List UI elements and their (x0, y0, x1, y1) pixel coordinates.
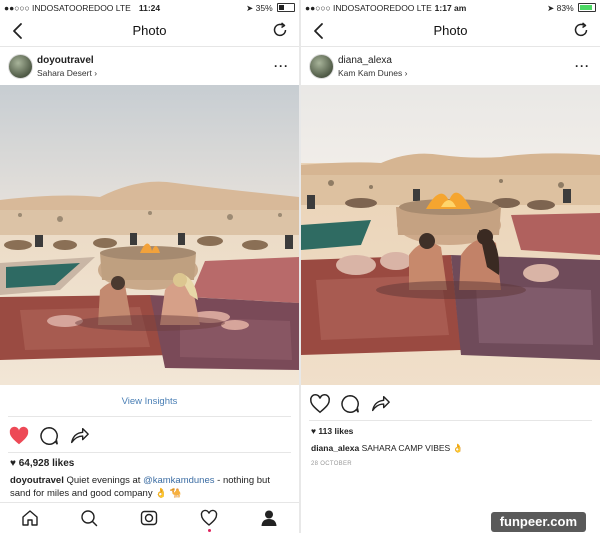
desert-camp-photo (301, 85, 600, 385)
divider (8, 452, 291, 453)
heart-icon[interactable] (8, 425, 30, 447)
page-title: Photo (132, 23, 167, 38)
likes-text: 64,928 likes (18, 458, 75, 469)
post-username[interactable]: doyoutravel (37, 55, 94, 66)
nav-bar: Photo (0, 16, 299, 47)
view-insights-link[interactable]: View Insights (0, 396, 299, 407)
location-label: Sahara Desert (37, 68, 92, 78)
share-icon[interactable] (68, 425, 90, 447)
likes-count[interactable]: ♥ 64,928 likes (10, 458, 74, 469)
post-caption: diana_alexa SAHARA CAMP VIBES 👌 (311, 443, 463, 454)
post-location[interactable]: Kam Kam Dunes › (338, 68, 407, 78)
caption-mention[interactable]: @kamkamdunes (143, 475, 214, 486)
post-date: 28 OCTOBER (311, 461, 352, 467)
likes-count[interactable]: ♥ 113 likes (311, 426, 353, 436)
post-location[interactable]: Sahara Desert › (37, 68, 97, 78)
activity-heart-icon[interactable] (200, 509, 218, 527)
heart-small-icon: ♥ (10, 458, 16, 469)
page-title: Photo (433, 23, 468, 38)
battery-status: ➤ 83% (547, 3, 596, 14)
battery-percent: 35% (255, 3, 273, 13)
caption-username[interactable]: diana_alexa (311, 443, 359, 453)
caption-text: SAHARA CAMP VIBES 👌 (359, 443, 464, 453)
post-caption: doyoutravel Quiet evenings at @kamkamdun… (10, 474, 291, 500)
more-options-icon[interactable]: ··· (274, 59, 289, 73)
action-bar (309, 393, 429, 415)
chevron-right-icon: › (404, 68, 408, 78)
action-bar (8, 425, 128, 447)
share-icon[interactable] (369, 393, 391, 415)
right-screenshot: ●●○○○ INDOSATOOREDOO LTE 1:17 am ➤ 83% P… (301, 0, 600, 533)
heart-icon[interactable] (309, 393, 331, 415)
divider (309, 420, 592, 421)
heart-small-icon: ♥ (311, 426, 317, 436)
profile-icon[interactable] (260, 509, 278, 527)
post-header: doyoutravel Sahara Desert › ··· (0, 47, 299, 85)
avatar[interactable] (309, 54, 334, 79)
more-options-icon[interactable]: ··· (575, 59, 590, 73)
avatar[interactable] (8, 54, 33, 79)
post-username[interactable]: diana_alexa (338, 55, 392, 66)
status-bar: ●●○○○ INDOSATOOREDOO LTE 11:24 ➤ 35% (0, 0, 299, 16)
search-icon[interactable] (80, 509, 98, 527)
home-icon[interactable] (21, 509, 39, 527)
caption-text-before: Quiet evenings at (63, 475, 144, 486)
left-screenshot: ●●○○○ INDOSATOOREDOO LTE 11:24 ➤ 35% Pho… (0, 0, 299, 533)
desert-camp-photo (0, 85, 299, 385)
status-bar: ●●○○○ INDOSATOOREDOO LTE 1:17 am ➤ 83% (301, 0, 600, 16)
chevron-right-icon: › (94, 68, 98, 78)
divider (8, 416, 291, 417)
battery-icon (277, 3, 295, 12)
camera-icon[interactable] (140, 509, 158, 527)
location-label: Kam Kam Dunes (338, 68, 403, 78)
battery-icon (578, 3, 596, 12)
refresh-icon[interactable] (271, 21, 289, 39)
post-photo[interactable] (0, 85, 299, 385)
notification-dot (207, 529, 211, 532)
refresh-icon[interactable] (572, 21, 590, 39)
post-header: diana_alexa Kam Kam Dunes › ··· (301, 47, 600, 85)
battery-percent: 83% (556, 3, 574, 13)
likes-text: 113 likes (318, 426, 354, 436)
comment-icon[interactable] (38, 425, 60, 447)
battery-status: ➤ 35% (246, 3, 295, 14)
comment-icon[interactable] (339, 393, 361, 415)
watermark: funpeer.com (490, 512, 586, 532)
caption-username[interactable]: doyoutravel (10, 475, 64, 486)
location-arrow-icon: ➤ (547, 3, 555, 13)
bottom-tab-bar (0, 502, 299, 533)
location-arrow-icon: ➤ (246, 3, 254, 13)
nav-bar: Photo (301, 16, 600, 47)
post-photo[interactable] (301, 85, 600, 385)
